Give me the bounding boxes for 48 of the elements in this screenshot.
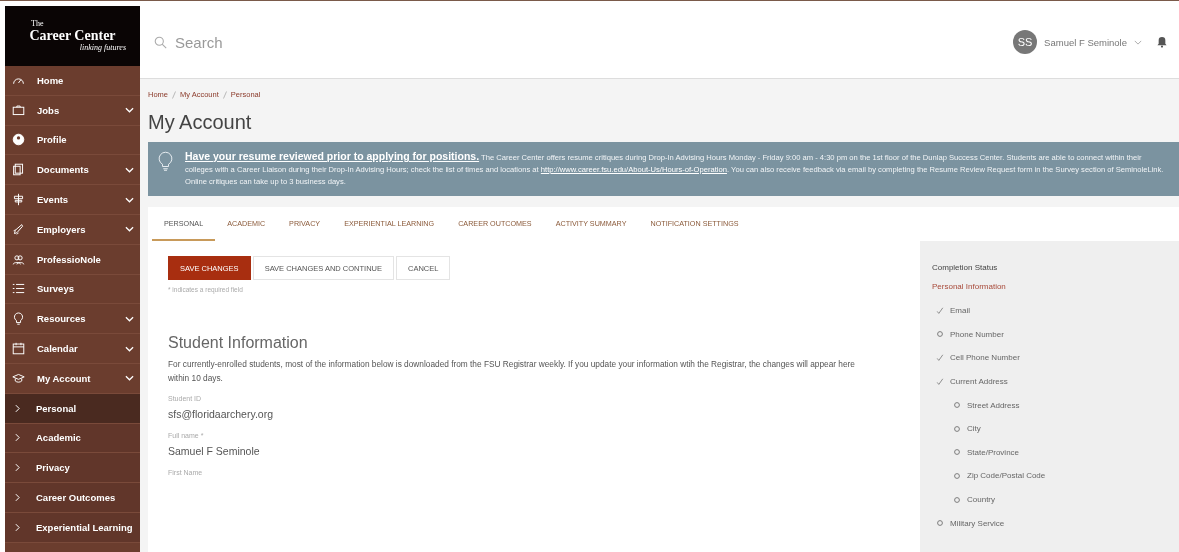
- completion-item: Street Address: [967, 400, 1020, 410]
- lightbulb-icon: [158, 150, 173, 171]
- signpost-icon: [12, 193, 25, 207]
- field-value: sfs@floridaarchery.org: [168, 408, 274, 420]
- logo-title: Career Center: [29, 28, 116, 43]
- people-icon: [12, 252, 25, 266]
- completion-item: Military Service: [950, 518, 1005, 528]
- logo-tagline: linking futures: [79, 43, 126, 52]
- completion-item: City: [967, 424, 981, 434]
- person-icon: [12, 133, 25, 147]
- breadcrumb-separator-icon: [222, 90, 227, 99]
- documents-icon: [12, 163, 25, 177]
- sidebar-subitem[interactable]: Academic: [5, 423, 140, 454]
- completion-item: Country: [967, 495, 995, 505]
- briefcase-icon: [12, 103, 25, 117]
- completion-item: Cell Phone Number: [950, 353, 1020, 363]
- chevron-right-icon: [15, 433, 20, 443]
- user-name[interactable]: Samuel F Seminole: [1044, 36, 1127, 48]
- sidebar-subitem[interactable]: Experiential Learning: [5, 512, 140, 543]
- sidebar-subitem[interactable]: Career Outcomes: [5, 483, 140, 513]
- bell-icon[interactable]: [1157, 36, 1167, 48]
- sidebar-subitem[interactable]: Personal: [5, 393, 140, 424]
- logo-small-text: The: [31, 20, 44, 28]
- logo[interactable]: The Career Center linking futures: [5, 6, 140, 66]
- page-title: My Account: [148, 111, 253, 134]
- completion-item: Email: [950, 306, 970, 316]
- section-title: Student Information: [168, 334, 309, 352]
- user-avatar[interactable]: SS: [1013, 30, 1038, 54]
- graduation-cap-icon: [12, 371, 25, 385]
- breadcrumb-separator-icon: [172, 90, 176, 99]
- field-value: Samuel F Seminole: [168, 445, 261, 457]
- list-icon: [12, 282, 25, 296]
- completion-item: Phone Number: [950, 329, 1004, 339]
- chevron-right-icon: [15, 403, 20, 413]
- sidebar-subitem[interactable]: Privacy: [5, 453, 140, 484]
- chevron-right-icon: [15, 493, 20, 503]
- search-field[interactable]: Search: [175, 33, 475, 51]
- completion-item: State/Province: [967, 447, 1020, 457]
- calendar-icon: [12, 342, 25, 356]
- completion-item: Current Address: [950, 377, 1008, 387]
- chevron-right-icon: [15, 522, 20, 532]
- search-icon: [154, 35, 167, 49]
- section-description: For currently-enrolled students, most of the information below is downloaded from the FSU Registrar weekly. If you update your information wtih the Registrar, the changes will appear here within 10 days.: [168, 358, 856, 385]
- completion-item: Zip Code/Postal Code: [967, 471, 1046, 481]
- completion-title: Completion Status: [932, 263, 999, 272]
- chevron-right-icon: [15, 463, 20, 473]
- lightbulb-icon: [12, 312, 25, 326]
- completion-section: Personal Information: [932, 282, 1179, 291]
